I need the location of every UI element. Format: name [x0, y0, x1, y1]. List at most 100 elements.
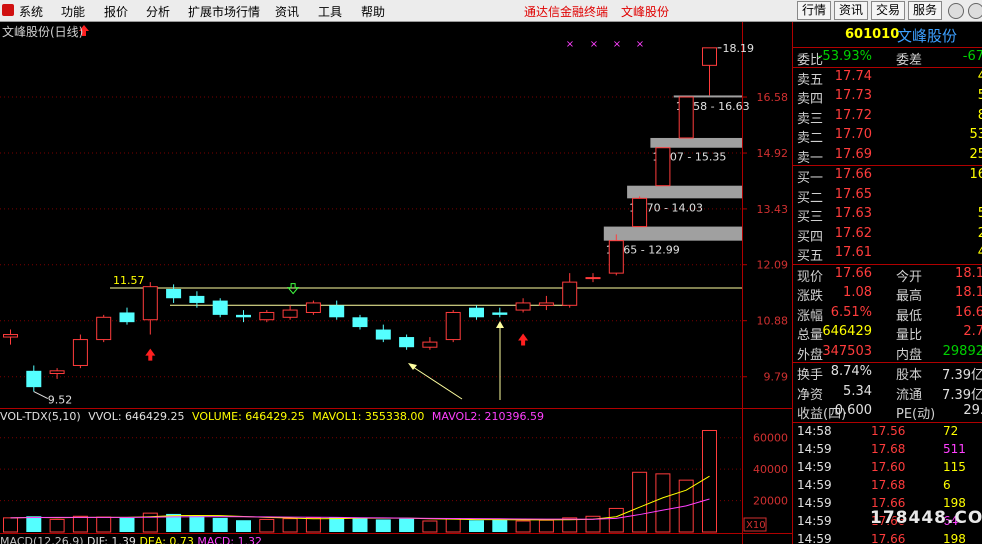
restore-icon[interactable] [968, 3, 982, 19]
volume-bar-up [655, 473, 671, 533]
order-ratio-value: -53.93% [817, 49, 872, 64]
fund-label-2: PE(动) [896, 407, 936, 422]
kline-chart-area[interactable]: 16.58 14.92 13.43 12.09 10.88 9.79 60000 40000 2… [0, 22, 792, 544]
indicator-mavol2: MAVOL2: 210396.59 [431, 410, 545, 423]
service-button[interactable]: 服务 [908, 1, 942, 20]
candle-body-down [212, 300, 228, 315]
order-diff-label: 委差 [896, 53, 923, 68]
macd-name: MACD(12,26,9) [0, 535, 84, 544]
candle-body-up [96, 316, 112, 341]
order-ratio-row: 委比 -53.93% 委差 -67 [793, 48, 982, 68]
candle-body-up [702, 47, 717, 66]
macd-dea: DEA: 0.73 [139, 535, 194, 544]
kline-chart[interactable]: 16.58 14.92 13.43 12.09 10.88 9.79 60000 40000 2… [0, 22, 792, 544]
buy-row: 买五 17.61 4 [793, 244, 982, 264]
volume-bar-up [282, 518, 298, 533]
sell-row: 卖二 17.70 53 [793, 126, 982, 146]
sell-level-label: 卖三 [797, 111, 824, 127]
buy-volume: 4 [977, 245, 982, 260]
candle-body-down [329, 305, 345, 318]
candle-body-up [259, 311, 275, 321]
menu-quote[interactable]: 报价 [104, 3, 128, 20]
volume-bar-up [3, 517, 18, 533]
fund-label: 换手 [797, 368, 824, 383]
sell-volume: 53 [969, 127, 982, 142]
indicator-name: VOL-TDX(5,10) [0, 410, 81, 423]
buy-price: 17.63 [834, 206, 872, 221]
stat-label: 涨跌 [797, 289, 824, 304]
candle-body-up [142, 286, 158, 321]
buy-volume: 16 [969, 167, 982, 182]
app-logo-icon [2, 4, 14, 16]
candle-body-up [422, 341, 438, 348]
candle-body-down [166, 288, 182, 299]
fund-value: 5.34 [843, 383, 872, 399]
sell-level-label: 卖一 [797, 150, 824, 166]
stat-row: 总量 646429 量比 2.7 [793, 323, 982, 343]
tick-time: 14:59 [797, 513, 832, 528]
stat-label-2: 最低 [896, 308, 923, 324]
candle-body-up [72, 339, 88, 366]
volume-bar-up [49, 518, 65, 533]
macd-value: MACD: 1.32 [197, 535, 263, 544]
price-axis-label: 12.09 [757, 259, 789, 272]
volume-bar-down [352, 517, 368, 532]
trade-button[interactable]: 交易 [871, 1, 905, 20]
tick-volume: 6 [943, 477, 951, 492]
volume-axis-label: 20000 [753, 495, 788, 508]
volume-bar-up [608, 507, 624, 533]
mavol1-line [10, 475, 710, 521]
stat-value-2: 2.7 [963, 324, 982, 339]
volume-bar-up [96, 516, 112, 533]
fund-row: 净资 5.34 流通 7.39亿 [793, 383, 982, 403]
quote-button[interactable]: 行情 [797, 1, 831, 20]
tick-time: 14:59 [797, 441, 832, 456]
sell-row: 卖五 17.74 4 [793, 68, 982, 88]
menu-info[interactable]: 资讯 [275, 3, 299, 20]
volume-indicator-header: VOL-TDX(5,10) VVOL: 646429.25 VOLUME: 64… [0, 410, 548, 423]
buy-row: 买三 17.63 5 [793, 205, 982, 225]
fundamental-stats: 换手 8.74% 股本 7.39亿 净资 5.34 流通 7.39亿 收益(四) 0.600 PE(… [793, 363, 982, 423]
stat-value-2: 16.6 [955, 304, 982, 320]
stat-value: 646429 [822, 324, 872, 339]
candle-body-down [492, 312, 508, 315]
menu-function[interactable]: 功能 [61, 3, 85, 20]
macd-indicator-header: MACD(12,26,9) DIF: 1.39 DEA: 0.73 MACD: … [0, 535, 262, 544]
candle-body-up [608, 240, 624, 274]
price-gap-bar [603, 226, 742, 241]
volume-bar-up [305, 517, 321, 533]
candle-body-down [119, 312, 135, 323]
candle-body-down [236, 314, 251, 318]
fund-label: 净资 [797, 387, 824, 403]
high-label: 18.19 [723, 42, 755, 55]
fund-row: 收益(四) 0.600 PE(动) 29. [793, 402, 982, 422]
price-axis-label: 13.43 [757, 203, 789, 216]
menu-tools[interactable]: 工具 [318, 3, 342, 20]
candle-body-up [585, 277, 601, 280]
buy-level-label: 买四 [797, 229, 824, 245]
buy-row: 买四 17.62 2 [793, 225, 982, 245]
menu-extended-market[interactable]: 扩展市场行情 [188, 3, 260, 20]
menu-help[interactable]: 帮助 [361, 3, 385, 20]
menu-analysis[interactable]: 分析 [146, 3, 170, 20]
sell-volume: 8 [977, 107, 982, 123]
volume-bar-up [142, 512, 158, 533]
candle-body-down [26, 370, 42, 388]
buy-price: 17.62 [834, 225, 872, 241]
tick-row: 14:59 17.68 6 [793, 477, 982, 495]
candle-body-up [515, 302, 531, 311]
fund-row: 换手 8.74% 股本 7.39亿 [793, 363, 982, 383]
info-button[interactable]: 资讯 [834, 1, 868, 20]
candle-body-up [282, 309, 298, 318]
sell-price: 17.69 [834, 146, 872, 162]
indicator-mavol1: MAVOL1: 355338.00 [312, 410, 425, 423]
minimize-icon[interactable] [948, 3, 964, 19]
volume-bar-down [119, 517, 135, 532]
sell-row: 卖四 17.73 5 [793, 87, 982, 107]
menu-system[interactable]: 系统 [19, 3, 43, 20]
stat-label-2: 今开 [896, 269, 923, 285]
magenta-marker: × [613, 39, 621, 50]
stat-value-2: 18.1 [955, 285, 982, 300]
candle-body-down [375, 329, 391, 340]
buy-price: 17.61 [834, 245, 872, 260]
